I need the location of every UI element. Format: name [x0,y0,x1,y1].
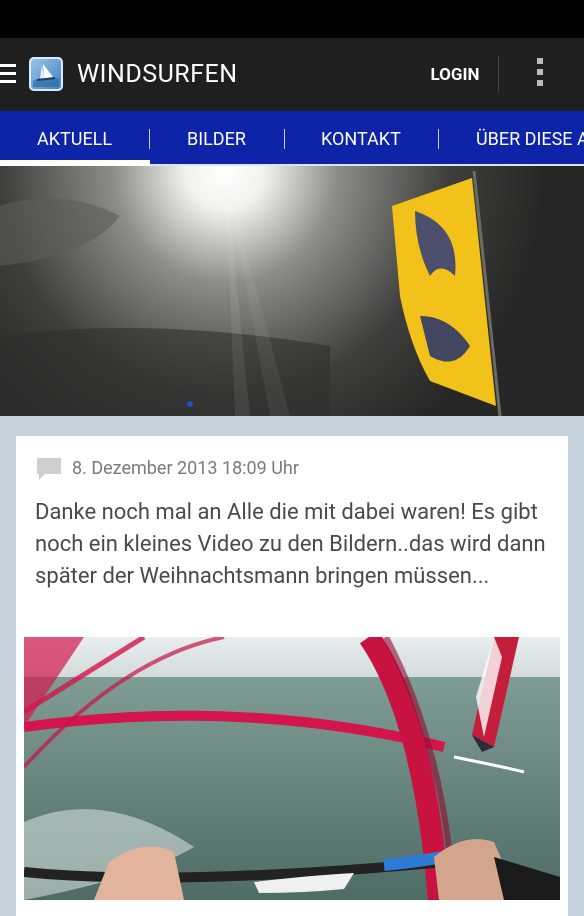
tab-separator [438,129,439,149]
tab-bar: AKTUELL BILDER KONTAKT ÜBER DIESE APP [0,111,584,166]
tab-separator [149,129,150,149]
action-divider [498,56,499,92]
tab-bilder[interactable]: BILDER [187,111,246,166]
status-bar [0,0,584,38]
post-image[interactable] [24,637,560,900]
hero-image-slider[interactable] [0,166,584,416]
app-title: WINDSURFEN [77,60,238,89]
app-logo[interactable] [29,57,63,91]
post-text: Danke noch mal an Alle die mit dabei war… [35,500,546,589]
tab-separator [284,129,285,149]
comment-icon [37,458,61,480]
tab-kontakt[interactable]: KONTAKT [321,111,401,166]
hamburger-menu-icon[interactable] [0,64,16,84]
login-button[interactable]: LOGIN [418,58,492,92]
post-date: 8. Dezember 2013 18:09 Uhr [72,458,299,479]
tab-aktuell[interactable]: AKTUELL [37,111,112,166]
tab-ueber-diese-app[interactable]: ÜBER DIESE APP [476,111,584,166]
overflow-menu-icon[interactable] [535,58,545,92]
